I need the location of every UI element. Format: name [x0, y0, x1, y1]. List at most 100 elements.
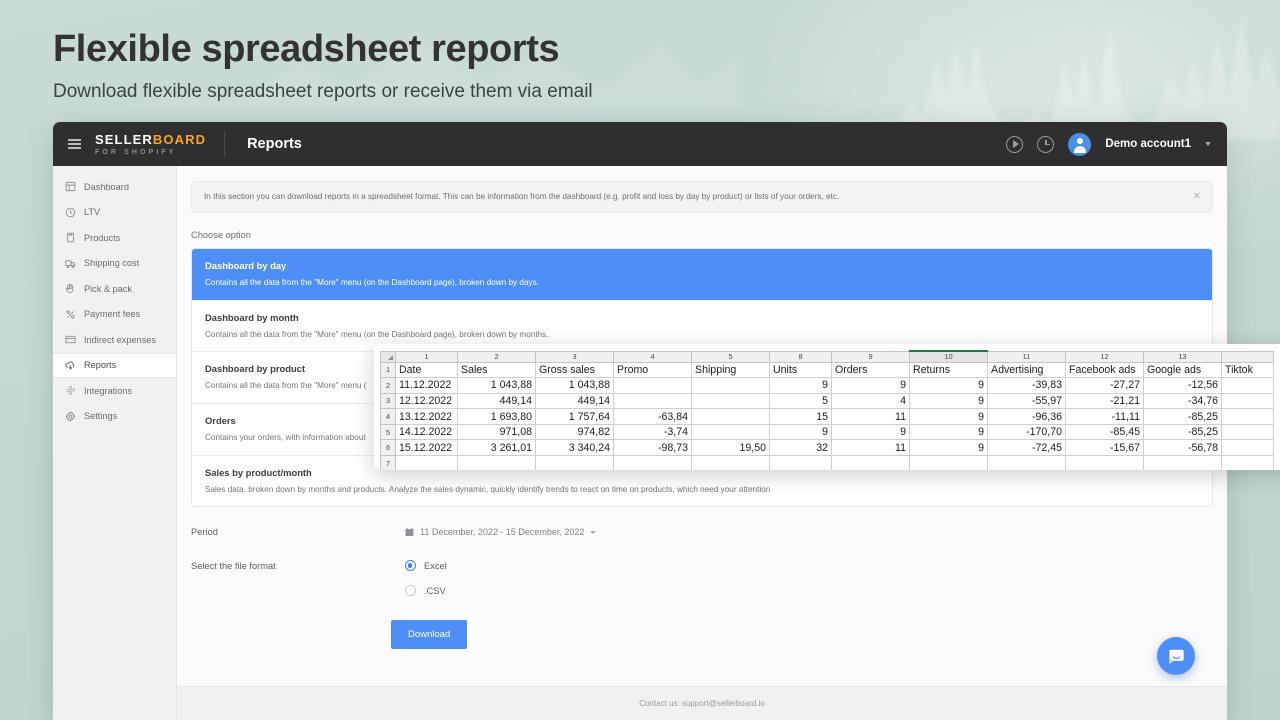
- spreadsheet-header-cell[interactable]: Promo: [613, 361, 692, 379]
- spreadsheet-header-cell[interactable]: Google ads: [1143, 361, 1222, 379]
- spreadsheet-cell[interactable]: -56,78: [1143, 439, 1222, 457]
- sidebar-item-settings[interactable]: Settings: [53, 404, 176, 430]
- spreadsheet-cell[interactable]: [831, 455, 910, 470]
- report-option-dashboard-by-day[interactable]: Dashboard by day Contains all the data f…: [192, 249, 1212, 301]
- sidebar-item-dashboard[interactable]: Dashboard: [53, 174, 176, 200]
- spreadsheet-cell[interactable]: -12,56: [1143, 377, 1222, 394]
- spreadsheet-cell[interactable]: [1221, 392, 1274, 410]
- spreadsheet-column-header[interactable]: 5: [691, 350, 770, 363]
- spreadsheet-row-number[interactable]: 5: [380, 423, 396, 441]
- spreadsheet-cell[interactable]: 974,82: [535, 423, 614, 441]
- chevron-down-icon[interactable]: [1205, 142, 1211, 146]
- spreadsheet-column-header[interactable]: 10: [909, 350, 988, 363]
- spreadsheet-row-number[interactable]: 3: [380, 392, 396, 410]
- hamburger-icon[interactable]: [53, 143, 95, 145]
- spreadsheet-cell[interactable]: 11: [831, 439, 910, 457]
- spreadsheet-cell[interactable]: 3 340,24: [535, 439, 614, 457]
- spreadsheet-cell[interactable]: [691, 377, 770, 394]
- spreadsheet-cell[interactable]: 12.12.2022: [395, 392, 458, 410]
- spreadsheet-cell[interactable]: 9: [909, 392, 988, 410]
- spreadsheet-cell[interactable]: -39,83: [987, 377, 1066, 394]
- spreadsheet-header-cell[interactable]: Orders: [831, 361, 910, 379]
- spreadsheet-column-header[interactable]: 8: [769, 350, 832, 363]
- spreadsheet-cell[interactable]: 4: [831, 392, 910, 410]
- spreadsheet-cell[interactable]: 11: [831, 408, 910, 425]
- sidebar-item-payment-fees[interactable]: Payment fees: [53, 302, 176, 328]
- close-icon[interactable]: ✕: [1193, 192, 1201, 202]
- spreadsheet-cell[interactable]: 32: [769, 439, 832, 457]
- spreadsheet-cell[interactable]: -170,70: [987, 423, 1066, 441]
- spreadsheet-header-cell[interactable]: Gross sales: [535, 361, 614, 379]
- spreadsheet-column-header[interactable]: 9: [831, 350, 910, 363]
- spreadsheet-cell[interactable]: 449,14: [535, 392, 614, 410]
- sidebar-item-integrations[interactable]: Integrations: [53, 378, 176, 404]
- spreadsheet-cell[interactable]: -98,73: [613, 439, 692, 457]
- spreadsheet-cell[interactable]: -72,45: [987, 439, 1066, 457]
- spreadsheet-column-header[interactable]: 1: [395, 350, 458, 363]
- spreadsheet-cell[interactable]: [1065, 455, 1144, 470]
- radio-csv[interactable]: .CSV: [405, 585, 447, 597]
- spreadsheet-cell[interactable]: 5: [769, 392, 832, 410]
- spreadsheet-cell[interactable]: [1221, 408, 1274, 425]
- spreadsheet-header-cell[interactable]: Facebook ads: [1065, 361, 1144, 379]
- spreadsheet-column-header[interactable]: [1221, 350, 1274, 363]
- spreadsheet-cell[interactable]: [535, 455, 614, 470]
- spreadsheet-cell[interactable]: [395, 455, 458, 470]
- spreadsheet-cell[interactable]: -85,25: [1143, 423, 1222, 441]
- radio-excel[interactable]: Excel: [405, 560, 447, 572]
- spreadsheet-cell[interactable]: 13.12.2022: [395, 408, 458, 425]
- spreadsheet-cell[interactable]: 1 693,80: [457, 408, 536, 425]
- sidebar-item-products[interactable]: Products: [53, 225, 176, 251]
- spreadsheet-cell[interactable]: [691, 423, 770, 441]
- spreadsheet-cell[interactable]: 9: [831, 377, 910, 394]
- spreadsheet-cell[interactable]: [691, 392, 770, 410]
- spreadsheet-cell[interactable]: -21,21: [1065, 392, 1144, 410]
- spreadsheet-cell[interactable]: 19,50: [691, 439, 770, 457]
- sidebar-item-indirect-expenses[interactable]: Indirect expenses: [53, 327, 176, 353]
- account-name[interactable]: Demo account1: [1105, 138, 1191, 150]
- spreadsheet-cell[interactable]: 971,08: [457, 423, 536, 441]
- spreadsheet-header-cell[interactable]: Shipping: [691, 361, 770, 379]
- spreadsheet-column-header[interactable]: 13: [1143, 350, 1222, 363]
- sidebar-item-pick-and-pack[interactable]: Pick & pack: [53, 276, 176, 302]
- clock-icon[interactable]: [1037, 135, 1055, 153]
- spreadsheet-header-cell[interactable]: Date: [395, 361, 458, 379]
- spreadsheet-cell[interactable]: 1 043,88: [535, 377, 614, 394]
- spreadsheet-cell[interactable]: 9: [909, 377, 988, 394]
- spreadsheet-cell[interactable]: -3,74: [613, 423, 692, 441]
- spreadsheet-cell[interactable]: 15.12.2022: [395, 439, 458, 457]
- spreadsheet-cell[interactable]: 449,14: [457, 392, 536, 410]
- spreadsheet-header-cell[interactable]: Units: [769, 361, 832, 379]
- spreadsheet-header-cell[interactable]: Tiktok: [1221, 361, 1274, 379]
- spreadsheet-cell[interactable]: -96,36: [987, 408, 1066, 425]
- download-button[interactable]: Download: [391, 620, 468, 650]
- spreadsheet-cell[interactable]: [691, 408, 770, 425]
- spreadsheet-column-header[interactable]: 11: [987, 350, 1066, 363]
- spreadsheet-cell[interactable]: [1221, 439, 1274, 457]
- spreadsheet-cell[interactable]: [613, 392, 692, 410]
- spreadsheet-row-number[interactable]: 1: [380, 361, 396, 379]
- spreadsheet-cell[interactable]: 9: [909, 408, 988, 425]
- play-circle-icon[interactable]: [1006, 135, 1024, 153]
- spreadsheet-column-header[interactable]: 12: [1065, 350, 1144, 363]
- spreadsheet-row-number[interactable]: 6: [380, 439, 396, 457]
- spreadsheet-header-cell[interactable]: Returns: [909, 361, 988, 379]
- spreadsheet-column-header[interactable]: 3: [535, 350, 614, 363]
- spreadsheet-cell[interactable]: [457, 455, 536, 470]
- spreadsheet-cell[interactable]: 9: [769, 377, 832, 394]
- spreadsheet-column-header[interactable]: 2: [457, 350, 536, 363]
- spreadsheet-header-cell[interactable]: Sales: [457, 361, 536, 379]
- spreadsheet-row-number[interactable]: 2: [380, 377, 396, 394]
- spreadsheet-corner-cell[interactable]: [380, 350, 396, 363]
- chat-bubble-icon[interactable]: [1157, 637, 1195, 675]
- sidebar-item-ltv[interactable]: LTV: [53, 200, 176, 226]
- spreadsheet-cell[interactable]: 1 043,88: [457, 377, 536, 394]
- spreadsheet-cell[interactable]: -11,11: [1065, 408, 1144, 425]
- spreadsheet-cell[interactable]: [769, 455, 832, 470]
- spreadsheet-cell[interactable]: [909, 455, 988, 470]
- spreadsheet-cell[interactable]: [1143, 455, 1222, 470]
- spreadsheet-cell[interactable]: 9: [769, 423, 832, 441]
- spreadsheet-cell[interactable]: -63,84: [613, 408, 692, 425]
- sidebar-item-shipping-cost[interactable]: Shipping cost: [53, 251, 176, 277]
- spreadsheet-cell[interactable]: [613, 455, 692, 470]
